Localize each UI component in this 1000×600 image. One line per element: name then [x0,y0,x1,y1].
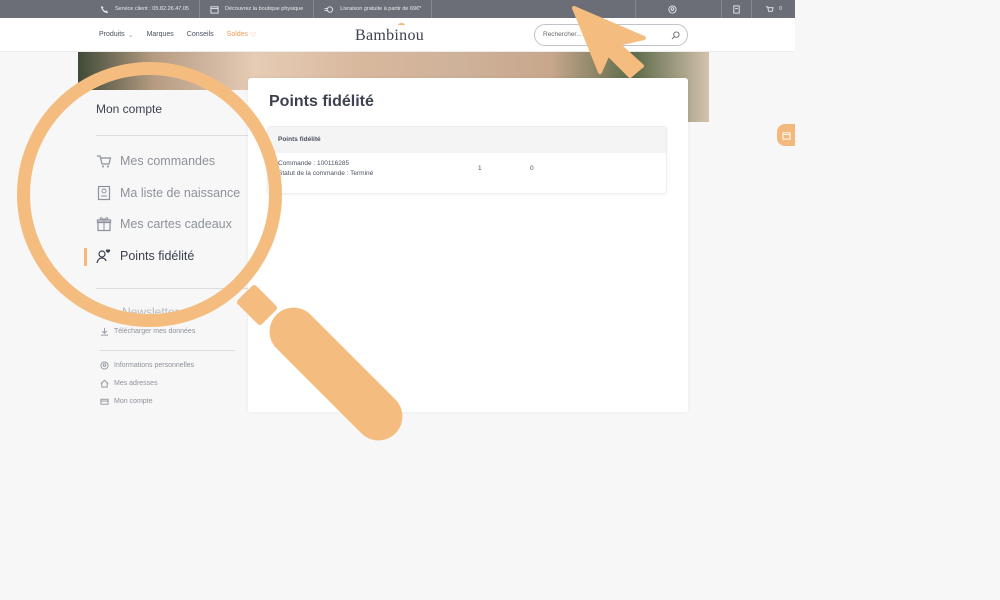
active-indicator [84,248,87,266]
order-status: Statut de la commande : Terminé [278,170,374,177]
sidebar-item-label: Points fidélité [120,249,195,263]
download-icon [100,327,109,336]
sidebar-item-label: Ma liste de naissance [120,186,241,200]
table-header: Points fidélité [268,127,666,153]
service-client[interactable]: Service client : 05.82.26.47.05 [0,0,200,18]
chevron-down-icon: ⌄ [127,32,134,39]
wishlist-button[interactable] [721,0,751,18]
sidebar-item-mon-compte[interactable]: Mon compte [100,397,153,406]
nav-soldes[interactable]: Soldes [227,31,248,39]
sidebar-item-adresses[interactable]: Mes adresses [100,379,158,388]
card-icon [100,398,109,405]
divider [96,135,254,136]
newsletter-link[interactable]: Newsletter [122,305,179,319]
livraison-text: Livraison gratuite à partir de 69€* [340,6,422,12]
heart-icon: ♡ [250,32,257,39]
user-icon [100,361,109,370]
store-icon [210,5,219,14]
sidebar-item-infos-perso[interactable]: Informations personnelles [100,361,194,370]
download-data-link[interactable]: Télécharger mes données [100,327,195,336]
page-title: Points fidélité [269,93,374,110]
site-header: Produits ⌄ Marques Conseils Soldes ♡ Bam… [0,18,795,52]
cart-icon [765,5,774,12]
boutique-text: Découvrez la boutique physique [225,6,304,12]
home-icon [100,379,109,388]
sidebar-item-label: Mes commandes [120,154,216,168]
site-logo[interactable]: Bambinou [355,27,424,45]
sidebar-item-liste-naissance[interactable]: Ma liste de naissance [96,185,240,201]
delivery-icon [324,5,334,13]
sidebar-item-label: Informations personnelles [114,362,195,369]
sidebar-item-label: Mes adresses [114,380,158,387]
service-text: Service client : 05.82.26.47.05 [115,6,189,12]
user-icon [668,4,677,14]
divider [100,350,235,351]
pointer-arrow-icon [572,6,646,78]
order-number: Commande : 100116285 [278,160,350,167]
boutique-link[interactable]: Découvrez la boutique physique [200,0,315,18]
nav-produits[interactable]: Produits [99,31,125,39]
phone-icon [100,5,109,13]
sidebar-title: Mon compte [96,102,163,116]
points-earned: 1 [478,165,482,172]
main-nav: Produits ⌄ Marques Conseils Soldes ♡ [99,31,256,39]
points-used: 0 [530,165,534,172]
calendar-tab[interactable] [777,124,795,146]
sidebar-item-label: Mes cartes cadeaux [120,217,232,231]
top-bar: Service client : 05.82.26.47.05 Découvre… [0,0,795,18]
search-icon[interactable] [671,31,680,40]
divider [96,288,254,289]
sidebar-item-cartes-cadeaux[interactable]: Mes cartes cadeaux [96,216,232,232]
nav-marques[interactable]: Marques [147,31,174,39]
calendar-icon [781,131,791,140]
sidebar-item-commandes[interactable]: Mes commandes [96,153,215,169]
list-icon [733,4,740,14]
cart-icon [97,155,112,168]
cart-count: 0 [778,6,783,12]
loyalty-icon [96,249,111,264]
cart-button[interactable]: 0 [751,0,795,18]
nav-conseils[interactable]: Conseils [187,31,214,39]
download-label: Télécharger mes données [114,328,196,335]
list-icon [97,185,111,201]
sidebar-item-points-fidelite[interactable]: Points fidélité [96,248,194,264]
loyalty-table: Points fidélité Commande : 100116285 Sta… [267,126,667,194]
gift-icon [96,217,112,232]
livraison-info: Livraison gratuite à partir de 69€* [314,0,433,18]
sidebar-item-label: Mon compte [114,398,153,405]
